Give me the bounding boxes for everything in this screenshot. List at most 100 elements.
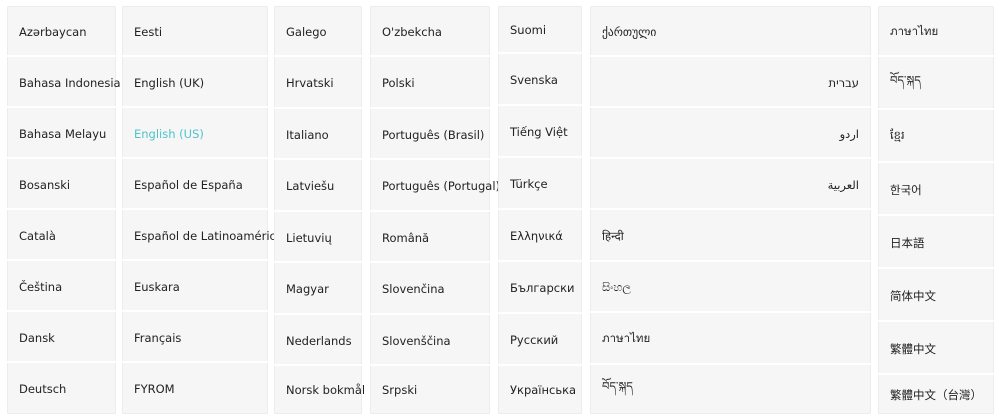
language-option[interactable]: Português (Portugal) [370, 160, 500, 212]
language-option[interactable]: Magyar [274, 263, 362, 315]
language-label: 简体中文 [890, 288, 936, 303]
language-label: اردو [839, 126, 859, 141]
language-option[interactable]: Nederlands [274, 315, 362, 366]
language-option[interactable]: བོད་སྐད [590, 365, 871, 414]
language-option[interactable]: اردو [590, 108, 871, 159]
language-column: Galego Hrvatski Italiano Latviešu Lietuvių Ma… [274, 6, 365, 414]
language-option[interactable]: Eesti [122, 6, 268, 57]
language-label: 日本語 [890, 235, 925, 250]
language-option[interactable]: Español de Latinoamérica [122, 210, 283, 261]
language-label: English (US) [134, 126, 204, 141]
language-option[interactable]: བོད་སྐད [878, 57, 994, 110]
language-label: Tiếng Việt [510, 125, 568, 139]
language-option[interactable]: O'zbekcha [370, 6, 490, 57]
language-label: Slovenščina [382, 333, 451, 348]
language-option[interactable]: हिन्दी [590, 210, 871, 262]
language-label: עברית [828, 75, 859, 90]
language-option[interactable]: Euskara [122, 261, 268, 312]
language-label: Ελληνικά [510, 229, 563, 243]
language-label: Українська [510, 383, 577, 397]
language-label: Türkçe [510, 177, 548, 191]
language-option[interactable]: Norsk bokmål [274, 366, 365, 414]
language-option[interactable]: Slovenščina [370, 315, 490, 366]
language-option[interactable]: FYROM [122, 363, 268, 414]
language-option[interactable]: Suomi [498, 6, 582, 54]
language-label: Русский [510, 333, 559, 347]
language-option[interactable]: ภาษาไทย [878, 6, 994, 57]
language-label: Čeština [19, 279, 63, 294]
language-option[interactable]: Français [122, 312, 268, 363]
language-option[interactable]: עברית [590, 57, 871, 108]
language-option[interactable]: 繁體中文（台灣） [878, 375, 994, 414]
language-option[interactable]: Svenska [498, 54, 582, 106]
language-option[interactable]: English (UK) [122, 57, 268, 108]
language-label: 繁體中文（台灣） [890, 387, 982, 402]
language-option[interactable]: 繁體中文 [878, 322, 994, 375]
language-option[interactable]: Русский [498, 314, 582, 366]
language-option[interactable]: Hrvatski [274, 57, 362, 109]
language-option[interactable]: Čeština [7, 261, 116, 312]
language-label: العربية [827, 177, 859, 192]
language-option[interactable]: Azərbaycan [7, 6, 116, 57]
language-option[interactable]: Latviešu [274, 160, 362, 212]
language-option[interactable]: Slovenčina [370, 263, 490, 315]
language-option[interactable]: Bahasa Melayu [7, 108, 116, 159]
language-option[interactable]: Deutsch [7, 363, 116, 414]
language-label: Português (Portugal) [382, 179, 500, 193]
language-option[interactable]: العربية [590, 159, 871, 210]
language-option[interactable]: Bosanski [7, 159, 116, 210]
language-label: Suomi [510, 23, 547, 37]
language-label: བོད་སྐད [890, 73, 921, 87]
language-option[interactable]: Українська [498, 366, 582, 414]
language-label: Nederlands [286, 333, 352, 348]
language-label: Polski [382, 76, 415, 90]
language-label: Español de España [134, 177, 243, 192]
language-label: Srpski [382, 383, 418, 397]
language-label: Hrvatski [286, 76, 334, 90]
language-option[interactable]: Română [370, 212, 490, 263]
language-label: Română [382, 230, 430, 245]
language-column: O'zbekcha Polski Português (Brasil) Portugu… [370, 6, 500, 414]
language-label: Português (Brasil) [382, 127, 485, 142]
language-label: FYROM [134, 381, 175, 396]
language-column: ภาษาไทย བོད་སྐད ខ្មែរ 한국어 日本語简体中文繁體中文繁體中文（台灣… [878, 6, 994, 414]
language-column: Eesti English (UK) English (US) Español de … [122, 6, 283, 414]
language-option[interactable]: Galego [274, 6, 362, 57]
language-option[interactable]: ខ្មែរ [878, 110, 994, 163]
language-option[interactable]: Tiếng Việt [498, 106, 582, 158]
language-option[interactable]: Ελληνικά [498, 210, 582, 262]
language-option[interactable]: Polski [370, 57, 490, 109]
language-option[interactable]: English (US) [122, 108, 268, 159]
language-label: 한국어 [890, 182, 922, 197]
language-option[interactable]: Srpski [370, 366, 490, 414]
language-label: ខ្មែរ [890, 128, 905, 142]
language-option[interactable]: Português (Brasil) [370, 109, 490, 160]
language-picker: { "accent_color": "#4fc3c8", "columns": … [0, 0, 1000, 420]
language-label: Svenska [510, 73, 558, 87]
language-option[interactable]: Lietuvių [274, 212, 362, 263]
language-label: Français [134, 330, 182, 345]
language-option[interactable]: 日本語 [878, 216, 994, 269]
language-option[interactable]: Español de España [122, 159, 268, 210]
language-option[interactable]: Bahasa Indonesia [7, 57, 121, 108]
language-option[interactable]: Català [7, 210, 116, 261]
language-option[interactable]: 简体中文 [878, 269, 994, 322]
language-option[interactable]: Dansk [7, 312, 116, 363]
language-option[interactable]: ქართული [590, 6, 871, 57]
language-option[interactable]: සිංහල [590, 262, 871, 313]
language-column: Azərbaycan Bahasa Indonesia Bahasa Melayu B… [7, 6, 121, 414]
language-label: 繁體中文 [890, 341, 936, 356]
language-label: Català [19, 228, 56, 243]
language-label: Bahasa Indonesia [19, 75, 121, 90]
language-label: Eesti [134, 24, 163, 39]
language-label: Italiano [286, 127, 329, 142]
language-label: Magyar [286, 282, 329, 296]
language-label: Latviešu [286, 179, 335, 193]
language-option[interactable]: ภาษาไทย [590, 313, 871, 365]
language-option[interactable]: Български [498, 262, 582, 314]
language-option[interactable]: Türkçe [498, 158, 582, 210]
language-column: Suomi Svenska Tiếng Việt Türkçe Ελληνικά Бълг… [498, 6, 582, 414]
language-option[interactable]: 한국어 [878, 163, 994, 216]
language-option[interactable]: Italiano [274, 109, 362, 160]
language-label: Azərbaycan [19, 24, 87, 39]
